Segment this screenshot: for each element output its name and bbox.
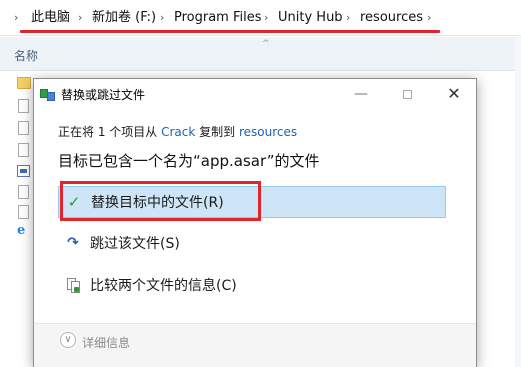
address-bar[interactable]: › 此电脑 › 新加卷 (F:) › Program Files › Unity… — [0, 0, 521, 36]
skip-arrow-icon: ↷ — [67, 235, 79, 251]
replace-or-skip-dialog: 替换或跳过文件 — ✕ 正在将 1 个项目从 Crack 复制到 resourc… — [33, 78, 477, 367]
breadcrumb-unity-hub[interactable]: Unity Hub — [278, 9, 343, 27]
breadcrumb-program-files[interactable]: Program Files — [174, 9, 262, 27]
destination-folder-link[interactable]: resources — [239, 125, 297, 139]
maximize-button[interactable] — [384, 79, 430, 109]
breadcrumb-separator[interactable]: › — [346, 9, 350, 27]
breadcrumb-separator[interactable]: › — [160, 9, 164, 27]
skip-option-label: 跳过该文件(S) — [90, 236, 180, 252]
compare-option-label: 比较两个文件的信息(C) — [90, 278, 237, 294]
conflict-heading: 目标已包含一个名为“app.asar”的文件 — [58, 152, 320, 170]
more-details-link[interactable]: 详细信息 — [82, 334, 130, 351]
file-icon[interactable] — [18, 143, 29, 157]
application-icon[interactable] — [17, 165, 30, 177]
close-button[interactable]: ✕ — [431, 79, 477, 109]
nav-chevron-icon[interactable]: › — [14, 9, 18, 27]
expand-details-icon[interactable]: ∨ — [60, 332, 76, 348]
file-icon[interactable] — [18, 205, 29, 219]
sort-indicator-icon[interactable]: ^ — [262, 39, 270, 49]
folder-icon[interactable] — [17, 77, 31, 89]
file-list-header: ^ 名称 — [0, 37, 521, 71]
red-underline-annotation — [20, 30, 440, 33]
compare-files-option[interactable]: 比较两个文件的信息(C) — [58, 270, 446, 302]
source-folder-link[interactable]: Crack — [161, 125, 195, 139]
breadcrumb-separator[interactable]: › — [264, 9, 268, 27]
file-transfer-icon — [40, 87, 56, 101]
breadcrumb-separator[interactable]: › — [78, 9, 82, 27]
copy-progress-text: 正在将 1 个项目从 Crack 复制到 resources — [58, 123, 297, 140]
skip-file-option[interactable]: ↷ 跳过该文件(S) — [58, 228, 446, 260]
file-icon[interactable] — [18, 185, 29, 199]
scrollbar[interactable] — [515, 37, 521, 367]
breadcrumb-separator[interactable]: › — [427, 9, 431, 27]
progress-prefix: 正在将 1 个项目从 — [58, 125, 162, 139]
maximize-icon — [402, 89, 412, 99]
progress-middle: 复制到 — [195, 125, 239, 139]
breadcrumb-volume[interactable]: 新加卷 (F:) — [92, 9, 156, 27]
compare-files-icon — [65, 277, 81, 293]
red-box-annotation — [60, 181, 261, 221]
breadcrumb-this-pc[interactable]: 此电脑 — [31, 9, 70, 27]
dialog-titlebar[interactable]: 替换或跳过文件 — ✕ — [34, 79, 476, 109]
file-icon[interactable] — [18, 99, 29, 113]
dialog-title: 替换或跳过文件 — [61, 88, 146, 102]
breadcrumb-resources[interactable]: resources — [360, 9, 423, 27]
file-icon[interactable] — [18, 121, 29, 135]
minimize-button[interactable]: — — [338, 79, 384, 109]
column-header-name[interactable]: 名称 — [14, 47, 38, 64]
internet-explorer-icon[interactable]: e — [17, 224, 25, 238]
